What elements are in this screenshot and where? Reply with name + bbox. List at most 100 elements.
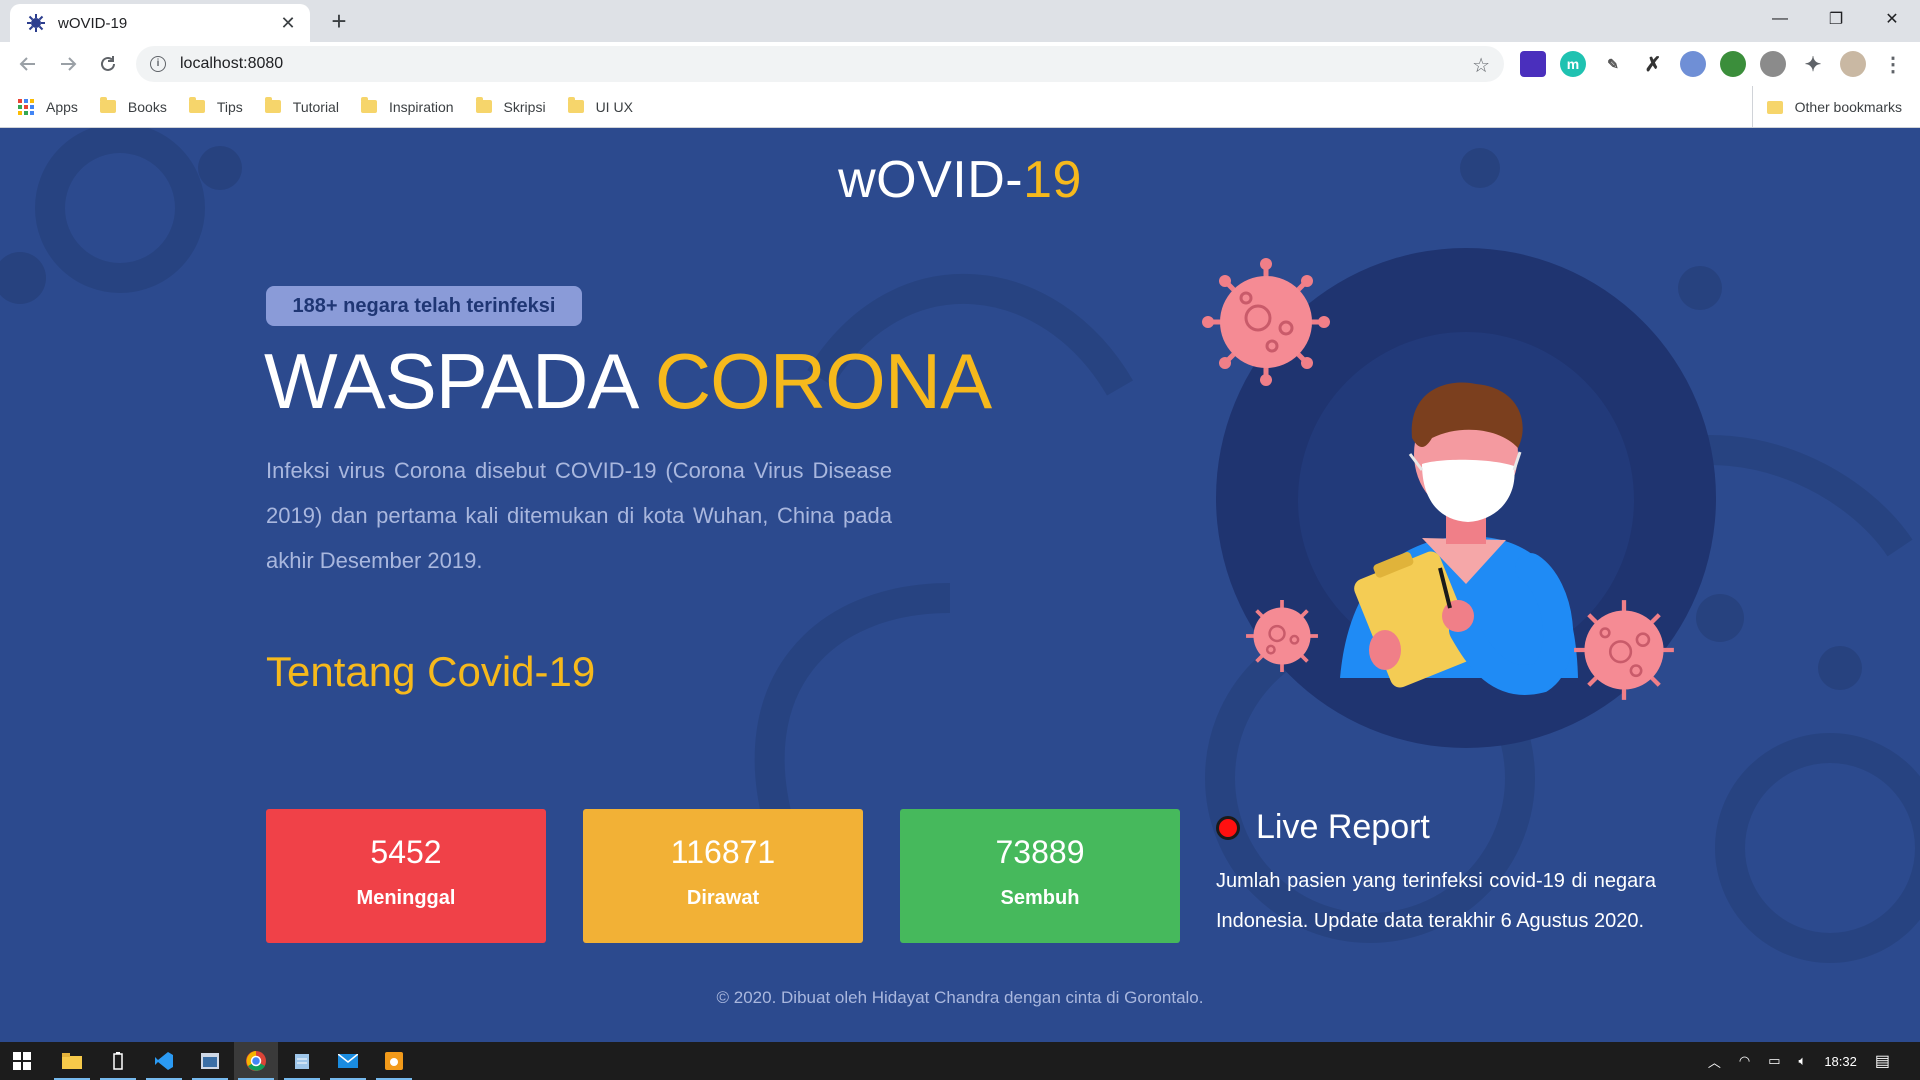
stat-card-treated: 116871 Dirawat bbox=[583, 809, 863, 943]
address-bar[interactable]: i localhost:8080 ☆ bbox=[136, 46, 1504, 82]
reload-icon[interactable] bbox=[94, 50, 122, 78]
battery-tray-icon[interactable]: ▭ bbox=[1768, 1053, 1780, 1069]
bookmarks-bar: Apps Books Tips Tutorial Inspiration Skr… bbox=[0, 86, 1920, 128]
taskbar-app-window[interactable] bbox=[188, 1042, 232, 1080]
windows-taskbar: ︿ ◠ ▭ 🔈︎ 18:32 ▤ bbox=[0, 1042, 1920, 1080]
headline-main: WASPADA bbox=[264, 337, 655, 425]
live-report-header: Live Report bbox=[1216, 808, 1656, 847]
extensions-puzzle-icon[interactable]: ✦ bbox=[1800, 51, 1826, 77]
taskbar-battery-app[interactable] bbox=[96, 1042, 140, 1080]
vscode-icon bbox=[155, 1052, 173, 1070]
folder-icon bbox=[475, 97, 492, 113]
notifications-icon[interactable]: ▤ bbox=[1875, 1051, 1890, 1071]
bookmark-label: Apps bbox=[46, 98, 78, 115]
bookmark-star-icon[interactable]: ☆ bbox=[1472, 53, 1490, 78]
headline-accent: CORONA bbox=[654, 337, 992, 425]
taskbar-orange-app[interactable] bbox=[372, 1042, 416, 1080]
bookmark-label: Tutorial bbox=[292, 98, 339, 115]
volume-icon[interactable]: 🔈︎ bbox=[1799, 1053, 1807, 1069]
bookmark-books[interactable]: Books bbox=[99, 97, 167, 115]
bookmark-tutorial[interactable]: Tutorial bbox=[264, 97, 339, 115]
browser-tab[interactable]: wOVID-19 ✕ bbox=[10, 4, 310, 42]
windows-logo-icon bbox=[13, 1052, 31, 1070]
stat-value: 73889 bbox=[995, 834, 1085, 870]
other-bookmarks-label: Other bookmarks bbox=[1794, 99, 1902, 115]
bookmark-label: Inspiration bbox=[388, 98, 454, 115]
profile-avatar[interactable] bbox=[1840, 51, 1866, 77]
taskbar-mail[interactable] bbox=[326, 1042, 370, 1080]
orange-app-icon bbox=[385, 1052, 403, 1070]
folder-icon bbox=[99, 97, 116, 113]
stat-value: 5452 bbox=[370, 834, 442, 870]
stat-label: Sembuh bbox=[1000, 887, 1080, 909]
extension-m-icon[interactable]: m bbox=[1560, 51, 1586, 77]
bookmark-label: UI UX bbox=[595, 98, 633, 115]
new-tab-button[interactable]: + bbox=[324, 6, 354, 36]
stat-label: Dirawat bbox=[686, 887, 760, 909]
system-tray: ︿ ◠ ▭ 🔈︎ 18:32 ▤ bbox=[1708, 1042, 1920, 1080]
bookmark-inspiration[interactable]: Inspiration bbox=[360, 97, 454, 115]
intro-description: Infeksi virus Corona disebut COVID-19 (C… bbox=[266, 458, 892, 573]
extensions-row: m ✎ ✗ ✦ ⋮ bbox=[1520, 50, 1906, 78]
notepad-icon bbox=[295, 1054, 309, 1069]
url-text: localhost:8080 bbox=[180, 55, 284, 72]
bookmark-skripsi[interactable]: Skripsi bbox=[475, 97, 546, 115]
site-info-icon[interactable]: i bbox=[150, 56, 166, 72]
virus-favicon-icon bbox=[27, 14, 45, 32]
wifi-icon[interactable]: ◠ bbox=[1739, 1053, 1750, 1069]
bookmark-tips[interactable]: Tips bbox=[188, 97, 243, 115]
folder-icon bbox=[188, 97, 205, 113]
live-report-title: Live Report bbox=[1256, 808, 1430, 846]
extension-hat-icon[interactable] bbox=[1520, 51, 1546, 77]
extension-circle-icon[interactable] bbox=[1680, 51, 1706, 77]
virus-icon bbox=[1202, 258, 1330, 386]
brand-accent: 19 bbox=[1023, 151, 1082, 209]
window-controls: — ❐ ✕ bbox=[1752, 0, 1920, 42]
taskbar-notepad[interactable] bbox=[280, 1042, 324, 1080]
stat-value: 116871 bbox=[670, 834, 776, 870]
page-footer: © 2020. Dibuat oleh Hidayat Chandra deng… bbox=[716, 988, 1204, 1007]
stat-label: Meninggal bbox=[356, 887, 456, 909]
folder-icon bbox=[1766, 100, 1783, 114]
bookmark-apps[interactable]: Apps bbox=[18, 98, 78, 115]
live-indicator-icon bbox=[1216, 815, 1240, 840]
folder-icon bbox=[360, 97, 377, 113]
folder-icon bbox=[264, 97, 281, 113]
back-arrow-icon[interactable] bbox=[14, 50, 42, 78]
about-covid-link[interactable]: Tentang Covid-19 bbox=[266, 648, 595, 696]
tab-close-icon[interactable]: ✕ bbox=[278, 13, 298, 34]
chrome-menu-icon[interactable]: ⋮ bbox=[1880, 51, 1906, 77]
minimize-button[interactable]: — bbox=[1752, 0, 1808, 38]
live-report: Live Report Jumlah pasien yang terinfeks… bbox=[1216, 808, 1656, 941]
apps-grid-icon bbox=[18, 98, 34, 115]
other-bookmarks[interactable]: Other bookmarks bbox=[1751, 86, 1902, 128]
brand-logo[interactable]: wOVID-19 bbox=[0, 150, 1920, 210]
taskbar-chrome[interactable] bbox=[234, 1042, 278, 1080]
forward-arrow-icon[interactable] bbox=[54, 50, 82, 78]
page-content: wOVID-19 188+ negara telah terinfeksi WA… bbox=[0, 128, 1920, 1042]
extension-gray-icon[interactable] bbox=[1760, 51, 1786, 77]
extension-globe-icon[interactable] bbox=[1720, 51, 1746, 77]
stat-card-recovered: 73889 Sembuh bbox=[900, 809, 1180, 943]
start-button[interactable] bbox=[0, 1042, 44, 1080]
window-app-icon bbox=[201, 1053, 219, 1069]
extension-x-icon[interactable]: ✗ bbox=[1640, 51, 1666, 77]
virus-icon bbox=[1574, 600, 1674, 700]
tray-chevron-icon[interactable]: ︿ bbox=[1708, 1052, 1721, 1071]
maximize-button[interactable]: ❐ bbox=[1808, 0, 1864, 38]
mail-icon bbox=[338, 1054, 358, 1068]
page-headline: WASPADA CORONA bbox=[264, 336, 992, 427]
folder-icon bbox=[567, 97, 584, 113]
taskbar-file-explorer[interactable] bbox=[50, 1042, 94, 1080]
live-report-description: Jumlah pasien yang terinfeksi covid-19 d… bbox=[1216, 870, 1656, 932]
extension-eyedropper-icon[interactable]: ✎ bbox=[1600, 51, 1626, 77]
tab-bar: wOVID-19 ✕ + — ❐ ✕ bbox=[0, 0, 1920, 42]
clock[interactable]: 18:32 bbox=[1824, 1054, 1857, 1069]
taskbar-vscode[interactable] bbox=[142, 1042, 186, 1080]
virus-icon bbox=[1246, 600, 1318, 672]
battery-icon bbox=[113, 1052, 123, 1070]
browser-toolbar: i localhost:8080 ☆ m ✎ ✗ ✦ ⋮ bbox=[0, 42, 1920, 86]
close-window-button[interactable]: ✕ bbox=[1864, 0, 1920, 38]
bookmark-ui-ux[interactable]: UI UX bbox=[567, 97, 633, 115]
tab-title: wOVID-19 bbox=[58, 14, 128, 32]
